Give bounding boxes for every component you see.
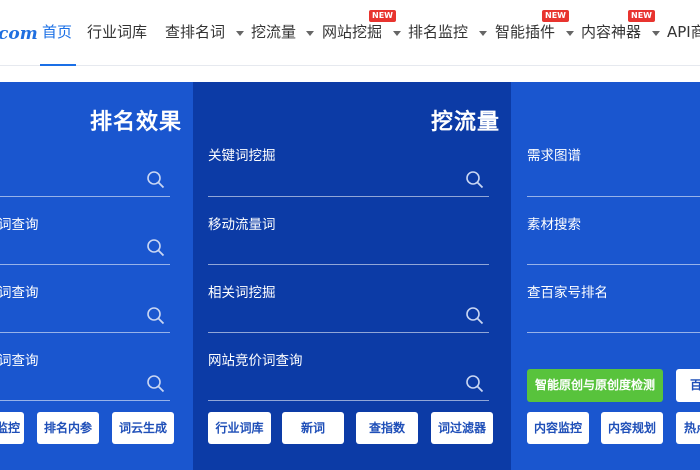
- field-label: 移动流量词: [208, 217, 276, 233]
- field-label: 素材搜索: [527, 217, 581, 233]
- top-nav: com 首页 行业词库 查排名词 挖流量 NEW 网站挖掘 排名监控 NEW 智…: [0, 0, 700, 66]
- search-icon[interactable]: [465, 374, 485, 394]
- field-underline: [527, 196, 700, 197]
- field-underline: [527, 264, 700, 265]
- chevron-down-icon: [479, 31, 487, 36]
- search-icon[interactable]: [146, 170, 166, 190]
- field-label: 词查询: [0, 285, 39, 301]
- field-underline: [0, 196, 170, 197]
- dig-traffic-column: 挖流量 关键词挖掘 移动流量词 相关词挖掘 网站竞价词查询 行业词库 新词 查指…: [193, 82, 511, 470]
- column-title: 挖流量: [431, 110, 501, 135]
- field-underline: [0, 400, 170, 401]
- baidu-tool-button[interactable]: 百: [676, 369, 700, 402]
- content-plan-button[interactable]: 内容规划: [601, 412, 663, 444]
- chevron-down-icon: [306, 31, 314, 36]
- field-underline: [0, 264, 170, 265]
- new-badge: NEW: [369, 10, 396, 22]
- rank-effect-column: 排名效果 词查询 词查询 词查询 监控 排名内参 词云生成: [0, 82, 193, 470]
- field-label: 关键词挖掘: [208, 148, 276, 164]
- chevron-down-icon: [652, 31, 660, 36]
- check-index-button[interactable]: 查指数: [356, 412, 418, 444]
- column-title: 排名效果: [90, 110, 183, 135]
- nav-industry-lexicon[interactable]: 行业词库: [87, 22, 147, 42]
- field-underline: [0, 332, 170, 333]
- chevron-down-icon: [393, 31, 401, 36]
- field-underline: [208, 264, 489, 265]
- industry-lexicon-button[interactable]: 行业词库: [208, 412, 271, 444]
- nav-rank-monitor[interactable]: 排名监控: [408, 22, 468, 42]
- rank-insider-button[interactable]: 排名内参: [37, 412, 99, 444]
- search-icon[interactable]: [146, 238, 166, 258]
- new-badge: NEW: [542, 10, 569, 22]
- field-label: 查百家号排名: [527, 285, 608, 301]
- nav-content-tools[interactable]: 内容神器: [581, 22, 641, 42]
- field-label: 相关词挖掘: [208, 285, 276, 301]
- nav-home[interactable]: 首页: [42, 22, 72, 42]
- smart-original-check-button[interactable]: 智能原创与原创度检测: [527, 369, 663, 402]
- new-words-button[interactable]: 新词: [282, 412, 344, 444]
- nav-active-indicator: [40, 64, 76, 66]
- field-underline: [527, 332, 700, 333]
- search-icon[interactable]: [146, 306, 166, 326]
- page: com 首页 行业词库 查排名词 挖流量 NEW 网站挖掘 排名监控 NEW 智…: [0, 0, 700, 470]
- word-cloud-button[interactable]: 词云生成: [112, 412, 174, 444]
- nav-smart-plugins[interactable]: 智能插件: [495, 22, 555, 42]
- content-monitor-button[interactable]: 内容监控: [527, 412, 589, 444]
- field-label: 词查询: [0, 353, 39, 369]
- nav-dig-traffic[interactable]: 挖流量: [251, 22, 296, 42]
- search-icon[interactable]: [146, 374, 166, 394]
- field-underline: [208, 332, 489, 333]
- new-badge: NEW: [628, 10, 655, 22]
- nav-rank-words[interactable]: 查排名词: [165, 22, 225, 42]
- nav-site-mining[interactable]: 网站挖掘: [322, 22, 382, 42]
- field-underline: [208, 196, 489, 197]
- hot-topics-button[interactable]: 热点: [676, 412, 700, 444]
- nav-api[interactable]: API商: [667, 22, 700, 42]
- search-icon[interactable]: [465, 306, 485, 326]
- field-label: 词查询: [0, 217, 39, 233]
- search-icon[interactable]: [465, 170, 485, 190]
- site-logo[interactable]: com: [0, 24, 38, 44]
- tools-banner: 排名效果 词查询 词查询 词查询 监控 排名内参 词云生成 挖流量 关键词挖掘 …: [0, 82, 700, 470]
- content-tools-column: 需求图谱 素材搜索 查百家号排名 智能原创与原创度检测 百 内容监控 内容规划 …: [511, 82, 700, 470]
- chevron-down-icon: [566, 31, 574, 36]
- field-label: 需求图谱: [527, 148, 581, 164]
- chevron-down-icon: [236, 31, 244, 36]
- word-filter-button[interactable]: 词过滤器: [431, 412, 493, 444]
- field-underline: [208, 400, 489, 401]
- rank-monitor-button[interactable]: 监控: [0, 412, 24, 444]
- field-label: 网站竞价词查询: [208, 353, 303, 369]
